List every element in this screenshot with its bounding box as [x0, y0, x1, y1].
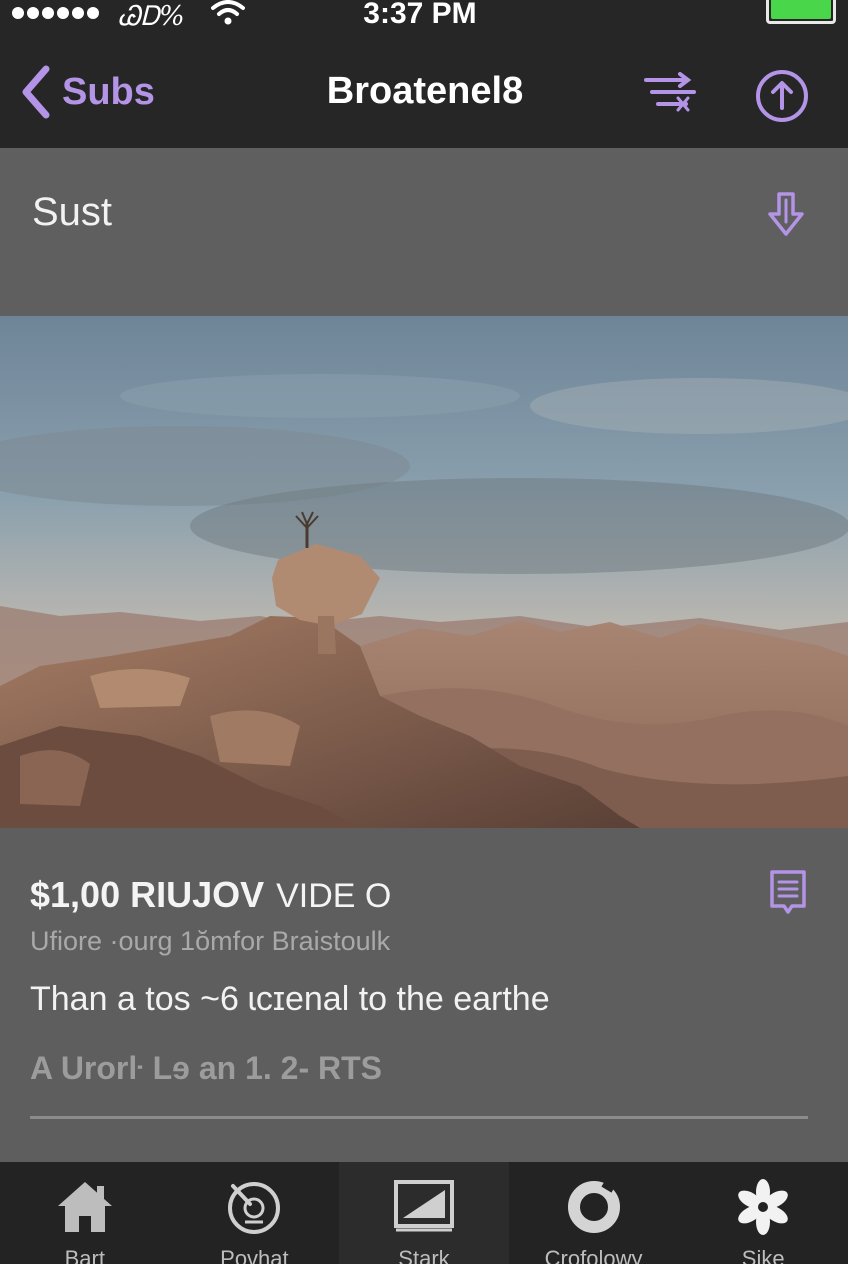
tab-bar: Bart Povhat Stark Crofolowy Sike	[0, 1162, 848, 1264]
hero-image[interactable]	[0, 316, 848, 828]
tab-bart[interactable]: Bart	[0, 1162, 170, 1264]
filter-icon[interactable]	[642, 68, 700, 118]
item-type: VIDE O	[276, 877, 392, 915]
ring-icon	[563, 1176, 625, 1238]
page-title: Broatenel8	[326, 70, 524, 112]
nav-bar: Subs Broatenel8	[0, 32, 848, 148]
status-bar: ᏊᎠ% 3:37 PM	[0, 0, 848, 32]
tab-sike[interactable]: Sike	[678, 1162, 848, 1264]
wifi-icon	[211, 0, 245, 25]
back-label: Subs	[62, 70, 155, 113]
tab-label: Stark	[398, 1246, 450, 1264]
battery-icon	[766, 0, 836, 24]
item-details: $1,00 RIUJOV VIDE O Ufiore ·ourg 1ŏmfor B…	[0, 828, 848, 1162]
section-header: Sust	[0, 148, 848, 316]
download-arrow-icon[interactable]	[764, 190, 808, 240]
divider	[30, 1116, 808, 1119]
tab-label: Povhat	[220, 1246, 289, 1264]
carrier-label: ᏊᎠ%	[118, 1, 185, 32]
chevron-left-icon	[22, 65, 50, 119]
item-meta: A Urorŀ Lɘ an 1. 2- RTS	[30, 1050, 382, 1086]
section-title: Sust	[32, 190, 113, 234]
signal-dots-icon	[12, 7, 99, 19]
item-subtitle: Ufiore ·ourg 1ŏmfor Braistoulk	[30, 926, 391, 956]
tab-crofolowy[interactable]: Crofolowy	[509, 1162, 679, 1264]
status-time: 3:37 PM	[363, 0, 477, 30]
upload-circle-icon[interactable]	[754, 68, 810, 124]
home-icon	[54, 1176, 116, 1238]
tab-label: Bart	[64, 1246, 105, 1264]
desert-landscape-image	[0, 316, 848, 828]
back-button[interactable]: Subs	[18, 62, 155, 122]
media-icon	[393, 1176, 455, 1238]
app-screen: ᏊᎠ% 3:37 PM Subs Broatenel8 Sust $1,00 R…	[0, 0, 848, 1264]
timer-icon	[223, 1176, 285, 1238]
tab-povhat[interactable]: Povhat	[170, 1162, 340, 1264]
asterisk-icon	[732, 1176, 794, 1238]
tab-stark[interactable]: Stark	[339, 1162, 509, 1264]
item-description: Than a tos ~6 ɩcɪenal to the earthe	[30, 980, 550, 1018]
tab-label: Crofolowy	[544, 1246, 643, 1264]
tab-label: Sike	[741, 1246, 785, 1264]
item-headline: $1,00 RIUJOV VIDE O	[30, 874, 391, 916]
item-price-title: $1,00 RIUJOV	[30, 874, 265, 915]
notes-icon[interactable]	[768, 868, 808, 918]
